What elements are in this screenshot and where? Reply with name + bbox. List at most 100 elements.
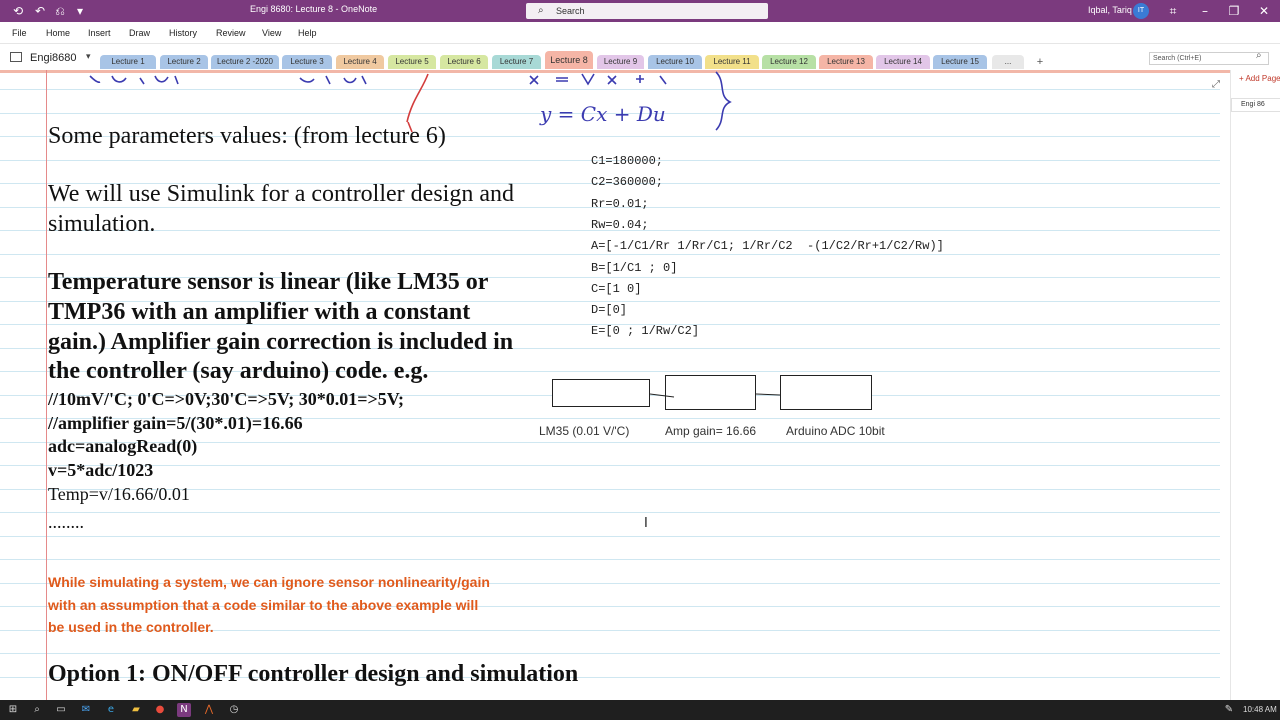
- search-placeholder: Search: [556, 6, 585, 16]
- section-tab[interactable]: Lecture 1: [100, 55, 156, 69]
- menu-draw[interactable]: Draw: [129, 28, 150, 38]
- adc-label: Arduino ADC 10bit: [786, 424, 885, 438]
- code-comment-2: //amplifier gain=5/(30*.01)=16.66: [48, 413, 303, 433]
- section-tab[interactable]: Lecture 8: [545, 51, 593, 69]
- section-tab[interactable]: Lecture 7: [492, 55, 541, 69]
- window-title: Engi 8680: Lecture 8 - OneNote: [250, 4, 378, 14]
- expand-icon[interactable]: ⤢: [1212, 79, 1220, 90]
- avatar[interactable]: IT: [1133, 3, 1149, 19]
- matlab-code-line: B=[1/C1 ; 0]: [591, 260, 678, 275]
- add-page-button[interactable]: + Add Page: [1239, 74, 1280, 83]
- section-tab[interactable]: Lecture 4: [336, 55, 384, 69]
- more-sections-tab[interactable]: ...: [992, 55, 1024, 69]
- matlab-code-line: C=[1 0]: [591, 281, 642, 296]
- notebook-icon: [10, 52, 22, 62]
- search-icon: ⌕: [538, 5, 544, 16]
- page-item[interactable]: Engi 86: [1231, 98, 1280, 112]
- note-line-3: be used in the controller.: [48, 619, 214, 635]
- menu-help[interactable]: Help: [298, 28, 317, 38]
- clock-app-icon[interactable]: ◷: [227, 703, 241, 717]
- page-search-input[interactable]: Search (Ctrl+E): [1149, 52, 1269, 65]
- lm35-label: LM35 (0.01 V/'C): [539, 424, 630, 438]
- code-analog-read: adc=analogRead(0): [48, 436, 198, 456]
- section-tab[interactable]: Lecture 5: [388, 55, 436, 69]
- edge-icon[interactable]: e: [104, 703, 118, 717]
- customize-toolbar-icon[interactable]: ▾: [72, 3, 88, 19]
- rule-line: [0, 653, 1220, 654]
- menu-file[interactable]: File: [12, 28, 27, 38]
- matlab-code-line: C2=360000;: [591, 175, 664, 190]
- chrome-icon[interactable]: ●: [153, 703, 167, 717]
- simulink-line-2: simulation.: [48, 211, 156, 237]
- matlab-code-line: E=[0 ; 1/Rw/C2]: [591, 324, 700, 339]
- sensor-line-1: Temperature sensor is linear (like LM35 …: [48, 269, 489, 295]
- redo-icon[interactable]: ⎌: [52, 3, 68, 19]
- menu-insert[interactable]: Insert: [88, 28, 111, 38]
- margin-line: [46, 70, 47, 700]
- mail-icon[interactable]: ✉: [79, 703, 93, 717]
- sensor-line-2: TMP36 with an amplifier with a constant: [48, 299, 471, 325]
- section-tab[interactable]: Lecture 2: [160, 55, 208, 69]
- matlab-icon[interactable]: ⋀: [202, 703, 216, 717]
- matlab-code-line: D=[0]: [591, 303, 628, 318]
- menu-view[interactable]: View: [262, 28, 281, 38]
- section-tab[interactable]: Lecture 15: [933, 55, 987, 69]
- section-tab[interactable]: Lecture 2 -2020: [211, 55, 279, 69]
- notebook-name[interactable]: Engi8680: [30, 52, 77, 64]
- title-bar: ⟲ ↶ ⎌ ▾ Engi 8680: Lecture 8 - OneNote ⌕…: [0, 0, 1280, 22]
- coauthor-icon[interactable]: ⌗: [1165, 3, 1181, 19]
- menu-history[interactable]: History: [169, 28, 197, 38]
- rule-line: [0, 536, 1220, 537]
- taskbar-clock[interactable]: 10:48 AM: [1243, 705, 1277, 714]
- matlab-code-line: Rw=0.04;: [591, 217, 649, 232]
- section-tab[interactable]: Lecture 6: [440, 55, 488, 69]
- block-connectors: [649, 393, 781, 398]
- section-tab[interactable]: Lecture 14: [876, 55, 930, 69]
- rule-line: [0, 512, 1220, 513]
- taskbar: ⊞ ⌕ ▭ ✉ e ▰ ● N ⋀ ◷ ✎ 10:48 AM: [0, 700, 1280, 720]
- rule-line: [0, 465, 1220, 466]
- amp-label: Amp gain= 16.66: [665, 424, 757, 438]
- file-explorer-icon[interactable]: ▰: [129, 703, 143, 717]
- lm35-block: [552, 379, 650, 407]
- add-page-label: Add Page: [1245, 74, 1280, 83]
- text-cursor-icon: I: [644, 516, 648, 531]
- section-tabs-row: Engi8680 ▾ Lecture 1 Lecture 2 Lecture 2 -…: [0, 44, 1280, 70]
- section-tab[interactable]: Lecture 13: [819, 55, 873, 69]
- pen-icon[interactable]: ✎: [1222, 703, 1236, 717]
- note-line-1: While simulating a system, we can ignore…: [48, 574, 490, 590]
- windows-start-icon[interactable]: ⊞: [6, 703, 20, 717]
- search-icon[interactable]: ⌕: [1256, 50, 1262, 61]
- menu-bar: File Home Insert Draw History Review Vie…: [0, 22, 1280, 44]
- simulink-line-1: We will use Simulink for a controller de…: [48, 181, 514, 207]
- chevron-down-icon[interactable]: ▾: [86, 52, 91, 62]
- page-pane: + Add Page Engi 86: [1230, 70, 1280, 700]
- close-icon[interactable]: ✕: [1256, 3, 1272, 19]
- section-tab[interactable]: Lecture 12: [762, 55, 816, 69]
- minimize-icon[interactable]: –: [1197, 3, 1213, 19]
- matlab-code-line: C1=180000;: [591, 154, 664, 168]
- user-name[interactable]: Iqbal, Tariq: [1088, 5, 1132, 15]
- section-tab[interactable]: Lecture 11: [705, 55, 759, 69]
- section-tab[interactable]: Lecture 3: [282, 55, 332, 69]
- undo-icon[interactable]: ↶: [32, 3, 48, 19]
- ellipsis-text: ........: [48, 512, 84, 532]
- search-box[interactable]: ⌕ Search: [526, 3, 768, 19]
- menu-home[interactable]: Home: [46, 28, 70, 38]
- search-icon[interactable]: ⌕: [30, 703, 44, 717]
- rule-line: [0, 559, 1220, 560]
- sensor-line-3: gain.) Amplifier gain correction is incl…: [48, 329, 514, 355]
- section-tab[interactable]: Lecture 10: [648, 55, 702, 69]
- section-tab[interactable]: Lecture 9: [597, 55, 644, 69]
- handwritten-equation: y = Cx + Du: [540, 102, 666, 126]
- params-heading: Some parameters values: (from lecture 6): [48, 123, 446, 149]
- add-section-icon[interactable]: +: [1032, 55, 1048, 69]
- onenote-icon[interactable]: N: [177, 703, 191, 717]
- restore-icon[interactable]: ❐: [1226, 3, 1242, 19]
- task-view-icon[interactable]: ▭: [54, 703, 68, 717]
- menu-review[interactable]: Review: [216, 28, 246, 38]
- rule-line: [0, 254, 1220, 255]
- option-heading: Option 1: ON/OFF controller design and s…: [48, 661, 579, 687]
- code-voltage: v=5*adc/1023: [48, 460, 154, 480]
- back-icon[interactable]: ⟲: [10, 3, 26, 19]
